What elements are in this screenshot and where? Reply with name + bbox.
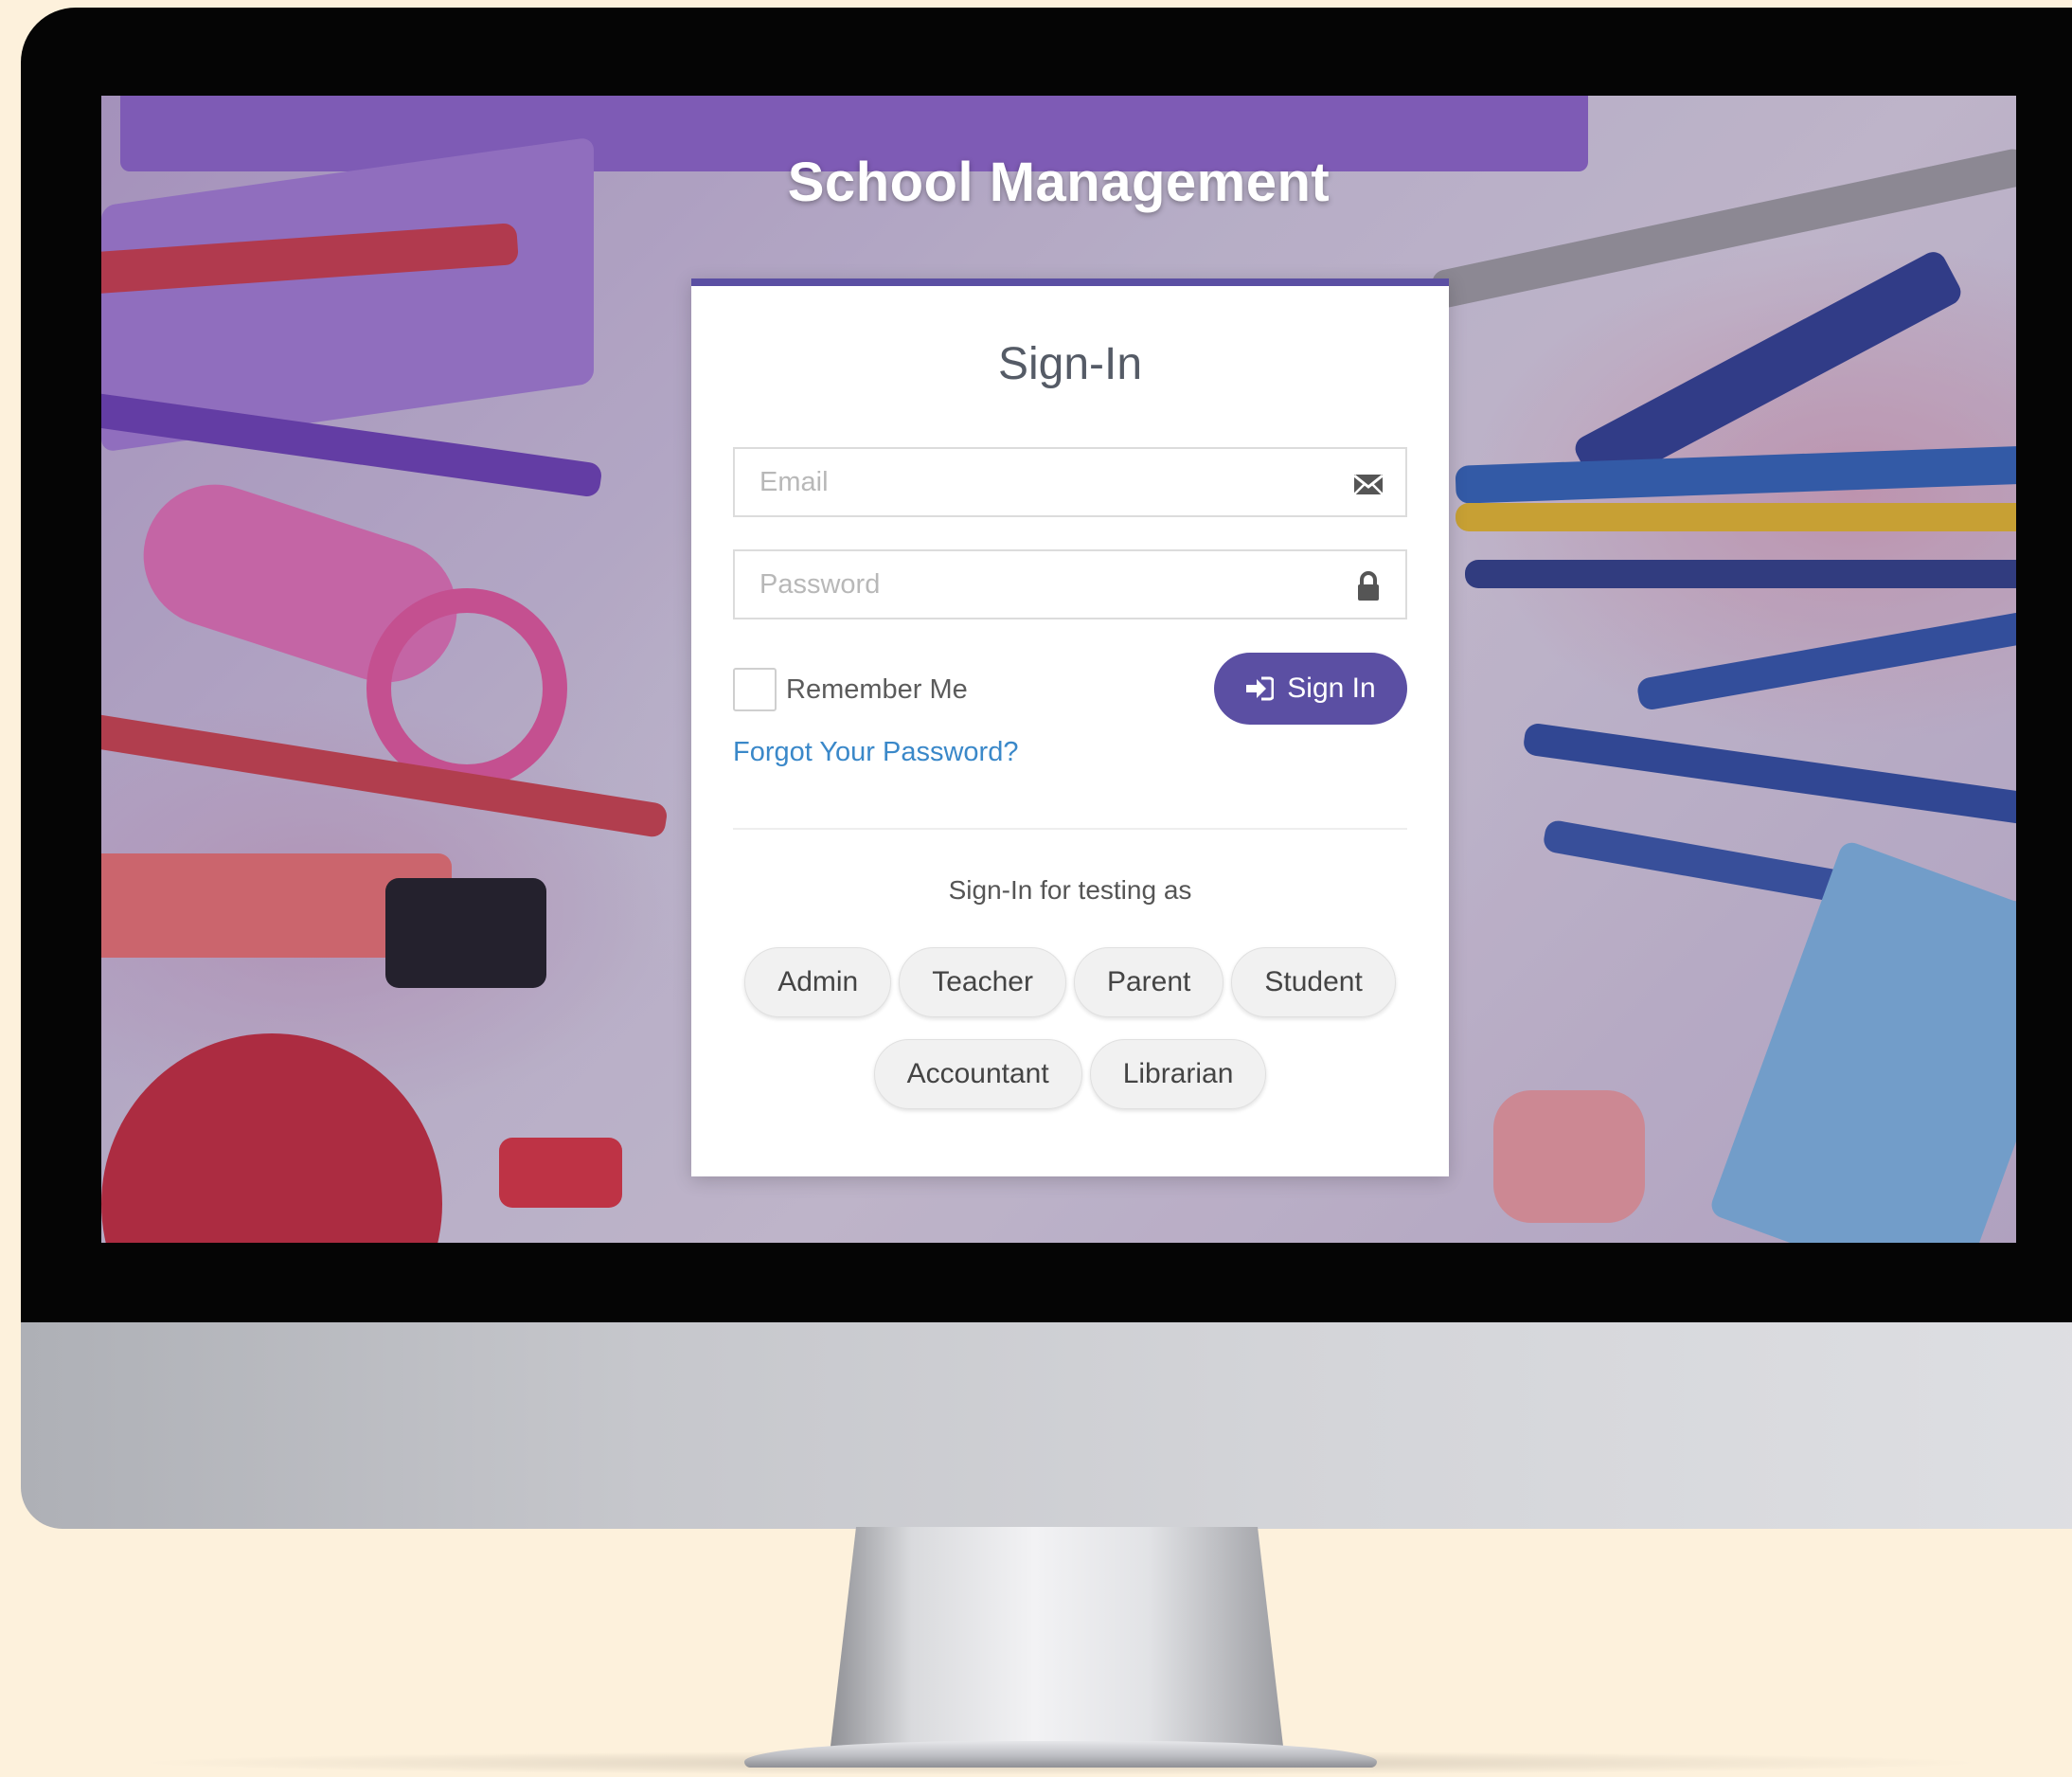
- email-field[interactable]: [733, 447, 1407, 517]
- role-librarian-button[interactable]: Librarian: [1089, 1039, 1267, 1109]
- remember-me-label[interactable]: Remember Me: [786, 674, 968, 706]
- monitor-chin: [21, 1322, 2072, 1529]
- screen: School Management Sign-In Email Remember…: [101, 96, 2016, 1243]
- role-teacher-button[interactable]: Teacher: [899, 947, 1066, 1017]
- password-field[interactable]: [733, 549, 1407, 619]
- login-title: Sign-In: [997, 339, 1143, 389]
- role-student-button[interactable]: Student: [1231, 947, 1396, 1017]
- role-accountant-button[interactable]: Accountant: [873, 1039, 1082, 1109]
- email-input[interactable]: [735, 449, 1347, 515]
- sign-in-icon: [1246, 676, 1275, 701]
- test-role-row-2: Accountant Librarian: [691, 1039, 1449, 1109]
- remember-me-checkbox[interactable]: [733, 668, 777, 711]
- envelope-icon: [1352, 468, 1384, 500]
- login-card: Sign-In Remembe: [691, 278, 1449, 1176]
- divider: [733, 828, 1407, 830]
- remember-me[interactable]: Remember Me: [733, 665, 968, 714]
- role-admin-button[interactable]: Admin: [744, 947, 892, 1017]
- monitor-stand: [830, 1527, 1284, 1754]
- forgot-password-link[interactable]: Forgot Your Password?: [733, 737, 1018, 768]
- lock-icon: [1352, 570, 1384, 602]
- role-parent-button[interactable]: Parent: [1073, 947, 1224, 1017]
- sign-in-button[interactable]: Sign In: [1214, 653, 1407, 725]
- sign-in-label: Sign In: [1287, 673, 1376, 704]
- testing-label: Sign-In for testing as: [948, 875, 1192, 905]
- monitor-stand-base: [744, 1741, 1377, 1768]
- app-title: School Management: [787, 152, 1331, 213]
- password-input[interactable]: [735, 551, 1347, 618]
- test-role-row-1: Admin Teacher Parent Student: [691, 947, 1449, 1017]
